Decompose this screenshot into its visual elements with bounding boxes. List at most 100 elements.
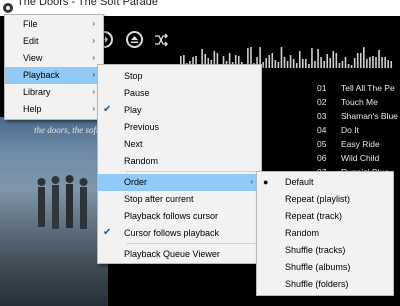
window-title: The Doors - The Soft Parade (17, 0, 159, 8)
menu-item-label: Play (124, 105, 142, 115)
chevron-right-icon: › (92, 36, 95, 45)
track-number: 03 (317, 111, 327, 121)
spectrum-bar (378, 50, 380, 68)
menu-separator (126, 243, 259, 244)
spectrum-bar (268, 55, 271, 68)
menu-item-pause[interactable]: Pause (98, 85, 261, 102)
order-menu: ● Default Repeat (playlist) Repeat (track… (256, 171, 394, 296)
menu-item-shuffle-folders[interactable]: Shuffle (folders) (257, 276, 393, 293)
album-art: the doors, the soft parade (0, 117, 108, 306)
shuffle-icon[interactable] (153, 32, 169, 48)
spectrum-bar (262, 62, 264, 68)
spectrum-bar (305, 59, 307, 68)
spectrum-bar (317, 49, 319, 68)
spectrum-bar (347, 64, 350, 68)
menu-item-label: View (23, 53, 43, 63)
chevron-right-icon: › (92, 70, 95, 79)
menu-item-library[interactable]: Library › (5, 84, 103, 101)
menu-item-cursor-follows-playback[interactable]: ✔ Cursor follows playback (98, 225, 261, 242)
menu-item-label: Playback (23, 70, 60, 80)
spectrum-bar (295, 63, 298, 68)
chevron-right-icon: › (92, 19, 95, 28)
track-title: Wild Child (341, 153, 380, 163)
menu-item-random[interactable]: Random (98, 153, 261, 170)
spectrum-bar (338, 63, 341, 68)
menu-item-label: Shuffle (albums) (285, 262, 351, 272)
main-menu: File › Edit › View › Playback › Library › Hel… (4, 14, 104, 120)
spectrum-bar (329, 58, 332, 68)
menu-item-label: Stop (124, 71, 143, 81)
spectrum-bar (359, 53, 362, 68)
spectrum-bar (366, 59, 368, 68)
menu-item-order[interactable]: Order › (98, 174, 261, 191)
spectrum-bar (283, 57, 286, 68)
menu-item-label: Default (285, 177, 314, 187)
menu-item-label: Stop after current (124, 194, 194, 204)
chevron-right-icon: › (92, 104, 95, 113)
spectrum-bar (353, 58, 356, 68)
eject-icon[interactable] (126, 31, 143, 48)
menu-item-label: Repeat (track) (285, 211, 343, 221)
menu-item-label: Next (124, 139, 143, 149)
menu-item-label: Edit (23, 36, 39, 46)
menu-separator (126, 171, 259, 172)
track-number: 06 (317, 153, 327, 163)
track-number: 04 (317, 125, 327, 135)
menu-item-file[interactable]: File › (5, 16, 103, 33)
menu-item-playback-queue-viewer[interactable]: Playback Queue Viewer (98, 246, 261, 263)
menu-item-repeat-playlist[interactable]: Repeat (playlist) (257, 191, 393, 208)
track-title: Touch Me (341, 97, 378, 107)
checkmark-icon: ✔ (103, 227, 112, 238)
spectrum-bar (387, 60, 389, 68)
menu-item-label: Repeat (playlist) (285, 194, 351, 204)
spectrum-bar (369, 57, 371, 68)
menu-item-playback[interactable]: Playback › (5, 67, 103, 84)
spectrum-bar (311, 48, 313, 68)
app-logo-icon (3, 3, 13, 13)
spectrum-bar (350, 65, 353, 68)
track-title: Shaman's Blue (341, 111, 398, 121)
menu-item-repeat-track[interactable]: Repeat (track) (257, 208, 393, 225)
menu-item-stop-after-current[interactable]: Stop after current (98, 191, 261, 208)
spectrum-bar (298, 51, 301, 68)
menu-item-stop[interactable]: Stop (98, 68, 261, 85)
menu-item-label: Order (124, 177, 148, 187)
menu-item-label: Help (23, 104, 42, 114)
spectrum-bar (341, 61, 344, 68)
menu-item-label: File (23, 19, 38, 29)
spectrum-bar (375, 57, 377, 68)
track-title: Easy Ride (341, 139, 380, 149)
menu-item-shuffle-tracks[interactable]: Shuffle (tracks) (257, 242, 393, 259)
menu-item-view[interactable]: View › (5, 50, 103, 67)
menu-item-default[interactable]: ● Default (257, 174, 393, 191)
spectrum-bar (356, 53, 359, 68)
menu-item-shuffle-albums[interactable]: Shuffle (albums) (257, 259, 393, 276)
chevron-right-icon: › (92, 87, 95, 96)
menu-item-label: Playback Queue Viewer (124, 249, 220, 259)
track-number: 01 (317, 83, 327, 93)
spectrum-bar (326, 54, 328, 68)
spectrum-bar (280, 47, 283, 68)
menu-item-next[interactable]: Next (98, 136, 261, 153)
menu-item-edit[interactable]: Edit › (5, 33, 103, 50)
menu-item-label: Library (23, 87, 51, 97)
menu-item-help[interactable]: Help › (5, 101, 103, 118)
spectrum-bar (292, 59, 295, 68)
spectrum-bar (332, 51, 335, 68)
spectrum-bar (277, 62, 280, 68)
menu-item-playback-follows-cursor[interactable]: Playback follows cursor (98, 208, 261, 225)
spectrum-bar (381, 57, 383, 68)
spectrum-bar (372, 56, 374, 68)
spectrum-bar (363, 47, 365, 68)
spectrum-bar (302, 59, 304, 68)
chevron-right-icon: › (250, 177, 253, 186)
spectrum-bar (390, 61, 393, 68)
menu-item-random-order[interactable]: Random (257, 225, 393, 242)
menu-item-label: Pause (124, 88, 150, 98)
spectrum-bar (308, 64, 310, 68)
playback-menu: Stop Pause ✔ Play Previous Next Random Or… (97, 64, 262, 264)
spectrum-bar (320, 57, 322, 68)
chevron-right-icon: › (92, 53, 95, 62)
menu-item-previous[interactable]: Previous (98, 119, 261, 136)
menu-item-play[interactable]: ✔ Play (98, 102, 261, 119)
